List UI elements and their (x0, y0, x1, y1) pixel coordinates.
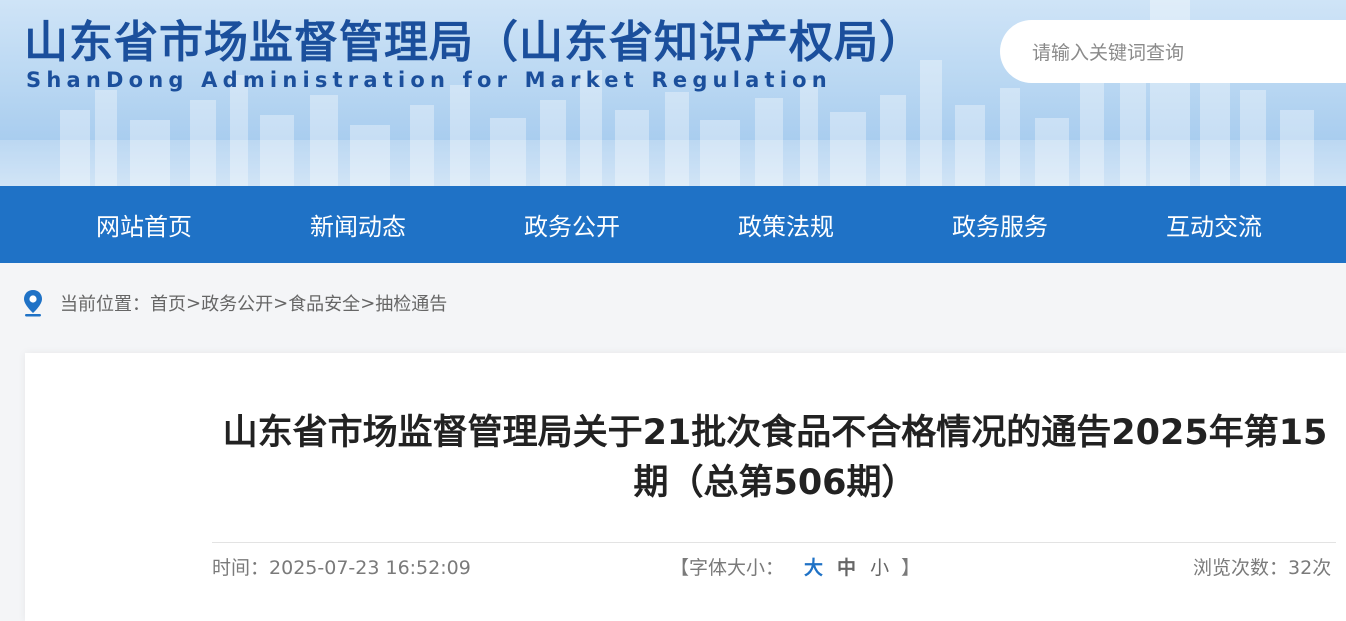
publish-time-label: 时间： (212, 557, 270, 579)
breadcrumb-home[interactable]: 首页 (150, 290, 186, 316)
article-panel: 山东省市场监督管理局关于21批次食品不合格情况的通告2025年第15期（总第50… (25, 353, 1346, 621)
article-title: 山东省市场监督管理局关于21批次食品不合格情况的通告2025年第15期（总第50… (222, 413, 1328, 503)
location-pin-icon (24, 290, 42, 317)
breadcrumb-separator: > (360, 292, 376, 314)
publish-time-value: 2025-07-23 16:52:09 (269, 557, 471, 579)
font-size-large-button[interactable]: 大 (804, 555, 823, 581)
header-banner: 山东省市场监督管理局（山东省知识产权局） ShanDong Administra… (0, 0, 1346, 186)
site-subtitle: ShanDong Administration for Market Regul… (26, 68, 832, 92)
bracket-open: 【 (670, 557, 690, 579)
site-title: 山东省市场监督管理局（山东省知识产权局） (24, 17, 924, 68)
font-size-label: 字体大小： (689, 557, 785, 579)
nav-item-services[interactable]: 政务服务 (893, 186, 1107, 263)
breadcrumb-inspection-notices[interactable]: 抽检通告 (375, 290, 447, 316)
font-size-small-button[interactable]: 小 (870, 555, 889, 581)
breadcrumb-prefix: 当前位置： (60, 294, 150, 315)
view-count: 浏览次数：32次 (1193, 555, 1331, 581)
search-input[interactable] (1030, 20, 1334, 85)
nav-item-interaction[interactable]: 互动交流 (1107, 186, 1321, 263)
nav-item-government-affairs[interactable]: 政务公开 (465, 186, 679, 263)
breadcrumb: 当前位置： 首页 > 政务公开 > 食品安全 > 抽检通告 (22, 285, 447, 321)
view-count-value: 32次 (1288, 557, 1332, 579)
font-size-medium-button[interactable]: 中 (837, 555, 856, 581)
breadcrumb-government-affairs[interactable]: 政务公开 (201, 290, 273, 316)
view-count-label: 浏览次数： (1193, 557, 1289, 579)
breadcrumb-separator: > (186, 292, 202, 314)
breadcrumb-separator: > (273, 292, 289, 314)
breadcrumb-food-safety[interactable]: 食品安全 (288, 290, 360, 316)
bracket-close: 】 (901, 557, 921, 579)
main-nav: 网站首页 新闻动态 政务公开 政策法规 政务服务 互动交流 (0, 186, 1346, 263)
publish-time: 时间：2025-07-23 16:52:09 (212, 555, 471, 581)
nav-item-policies[interactable]: 政策法规 (679, 186, 893, 263)
divider (212, 542, 1336, 543)
nav-item-home[interactable]: 网站首页 (37, 186, 251, 263)
search-box (1000, 20, 1346, 85)
font-size-control: 【 字体大小： 大 中 小 】 (670, 555, 920, 581)
nav-item-news[interactable]: 新闻动态 (251, 186, 465, 263)
